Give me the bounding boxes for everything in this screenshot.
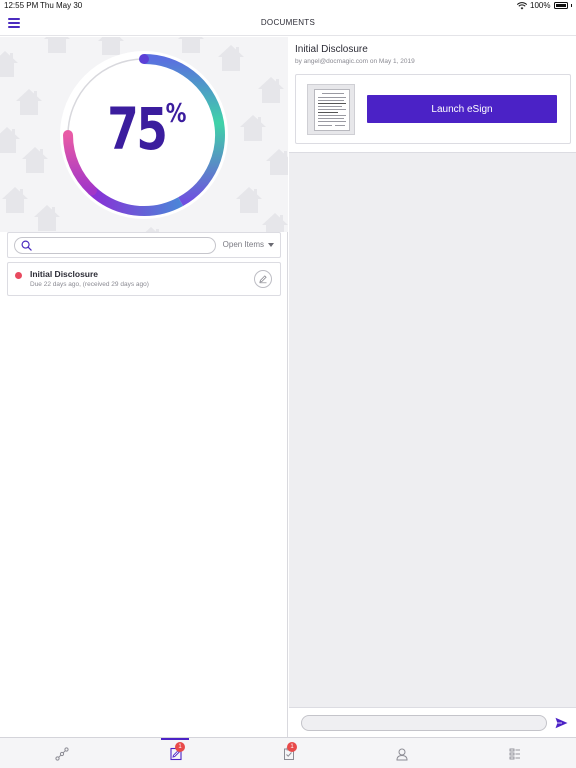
chevron-down-icon bbox=[268, 242, 274, 247]
battery-tip bbox=[570, 4, 572, 7]
status-bar: 12:55 PM Thu May 30 100% bbox=[0, 0, 576, 12]
open-items-filter-dropdown[interactable]: Open Items bbox=[223, 240, 274, 249]
page-title: DOCUMENTS bbox=[260, 18, 316, 27]
progress-hero: 75% bbox=[0, 37, 288, 232]
document-detail-header: Initial Disclosure by angel@docmagic.com… bbox=[289, 37, 576, 153]
tab-documents[interactable]: 1 bbox=[118, 738, 233, 768]
progress-ring: 75% bbox=[54, 45, 234, 225]
esign-card: Launch eSign bbox=[295, 74, 571, 144]
documents-list-pane: 75% Open Items Initial Disclosure Due 22… bbox=[0, 37, 288, 737]
document-list-item[interactable]: Initial Disclosure Due 22 days ago, (rec… bbox=[7, 262, 281, 296]
document-thumbnail[interactable] bbox=[307, 84, 355, 135]
launch-esign-button[interactable]: Launch eSign bbox=[367, 95, 557, 123]
filter-label: Open Items bbox=[222, 240, 264, 249]
send-icon[interactable] bbox=[555, 717, 568, 729]
progress-unit: % bbox=[165, 99, 187, 129]
tab-tasks[interactable]: 1 bbox=[231, 738, 346, 768]
tasks-badge: 1 bbox=[287, 742, 297, 752]
wifi-icon bbox=[517, 1, 528, 9]
timeline-icon bbox=[54, 746, 69, 761]
document-title: Initial Disclosure bbox=[30, 269, 99, 279]
message-composer bbox=[289, 707, 576, 737]
tab-details[interactable] bbox=[457, 738, 572, 768]
details-icon bbox=[509, 748, 520, 759]
contact-icon bbox=[395, 748, 408, 760]
search-filter-row: Open Items bbox=[7, 232, 281, 258]
top-header: DOCUMENTS bbox=[0, 12, 576, 36]
battery-percent: 100% bbox=[530, 1, 551, 10]
search-input[interactable] bbox=[37, 239, 207, 252]
battery-icon bbox=[553, 2, 568, 9]
detail-title: Initial Disclosure bbox=[295, 44, 368, 55]
document-due-info: Due 22 days ago, (received 29 days ago) bbox=[30, 281, 149, 288]
status-dot-icon bbox=[15, 272, 22, 279]
bottom-tab-bar: 1 1 bbox=[0, 737, 576, 768]
document-detail-pane: Initial Disclosure by angel@docmagic.com… bbox=[289, 37, 576, 737]
progress-number: 75 bbox=[106, 95, 168, 163]
progress-percent: 75% bbox=[54, 95, 234, 163]
search-icon bbox=[21, 240, 32, 251]
documents-badge: 1 bbox=[175, 742, 185, 752]
edit-pencil-icon[interactable] bbox=[254, 270, 272, 288]
tab-timeline[interactable] bbox=[4, 738, 119, 768]
status-date: Thu May 30 bbox=[40, 1, 83, 10]
detail-byline: by angel@docmagic.com on May 1, 2019 bbox=[295, 58, 415, 65]
status-time: 12:55 PM bbox=[4, 1, 39, 10]
status-right: 100% bbox=[517, 1, 572, 10]
search-box bbox=[14, 237, 216, 254]
tab-contacts[interactable] bbox=[344, 738, 459, 768]
thumbnail-page bbox=[314, 89, 350, 131]
message-input[interactable] bbox=[301, 715, 547, 731]
ring-arc-start-cap bbox=[139, 54, 149, 64]
